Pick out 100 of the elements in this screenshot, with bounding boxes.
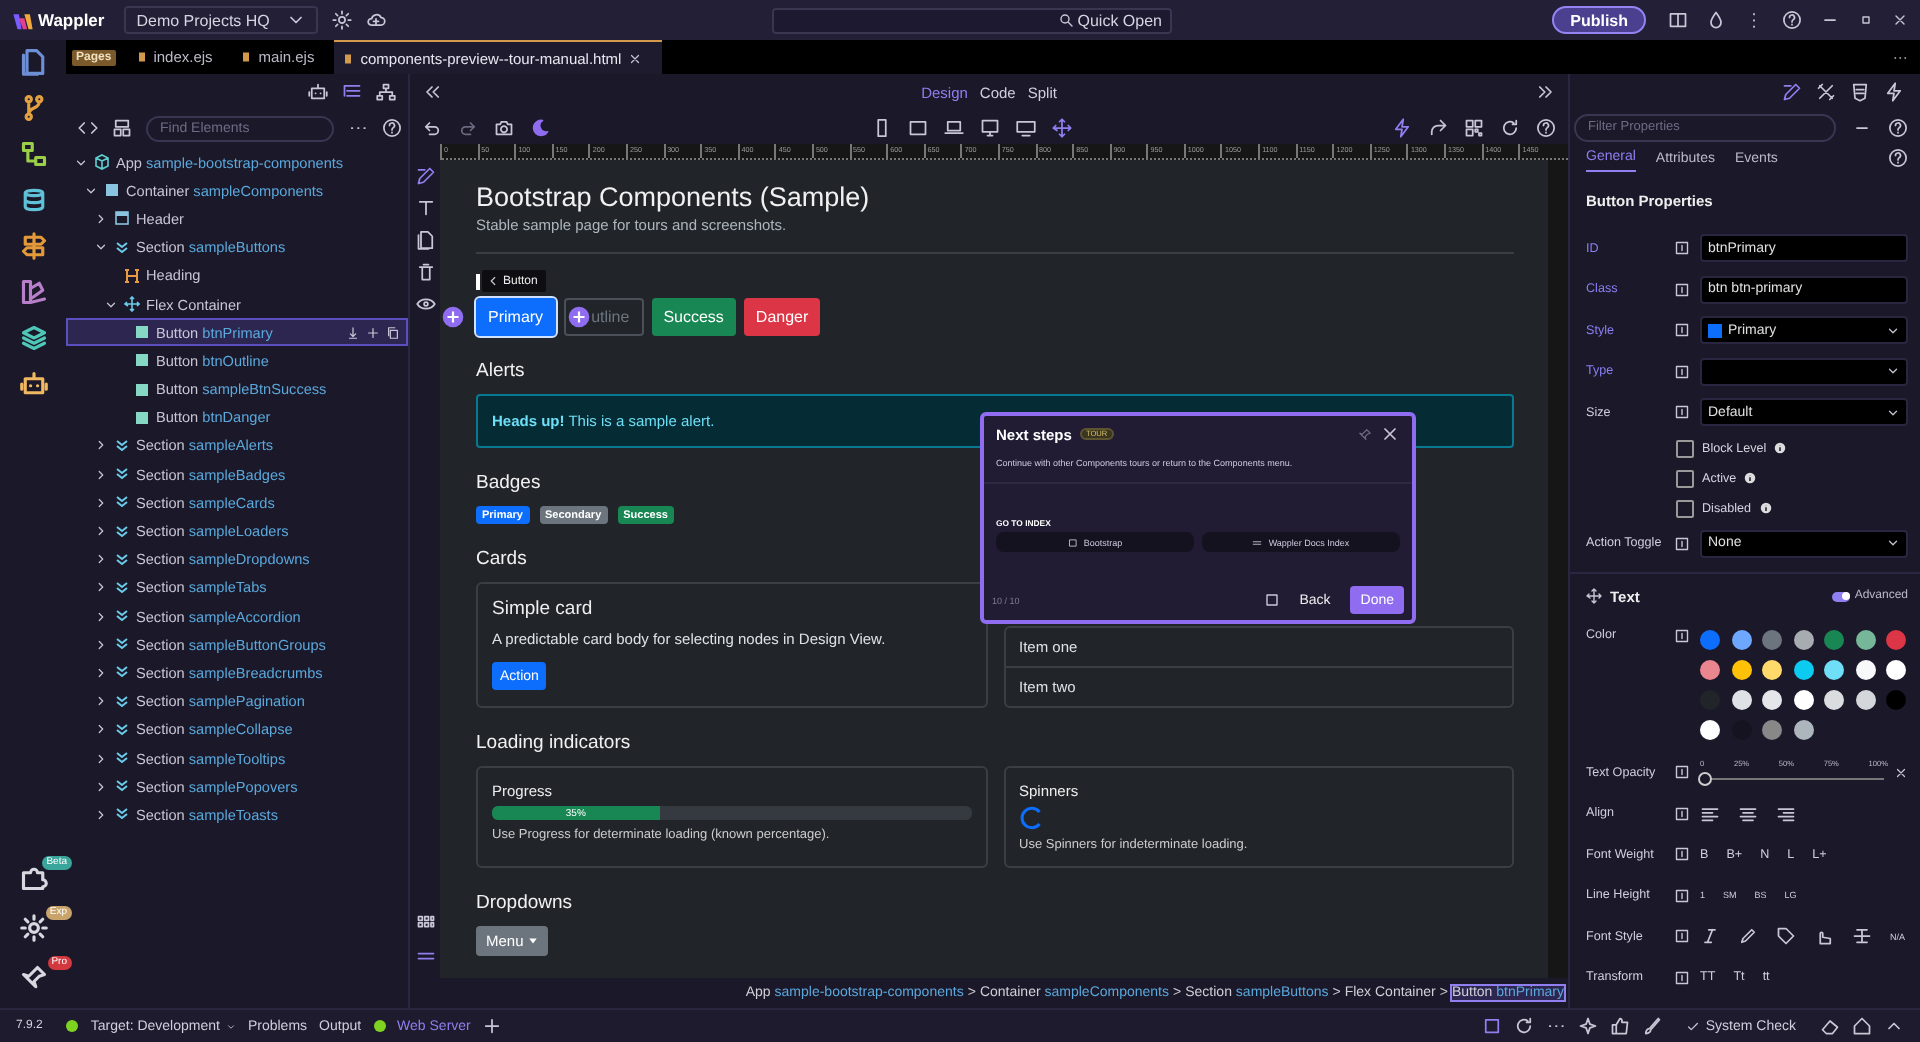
square-icon[interactable] — [1263, 592, 1280, 608]
color-swatch[interactable] — [1855, 660, 1875, 680]
chevron-right-icon[interactable] — [94, 665, 108, 680]
qr-code-icon[interactable] — [1464, 117, 1484, 137]
split-layout-icon[interactable] — [1668, 10, 1688, 30]
color-swatch[interactable] — [1731, 690, 1751, 710]
settings-icon[interactable] — [331, 10, 352, 30]
robot-icon[interactable] — [19, 370, 47, 398]
css-icon[interactable] — [1850, 82, 1870, 102]
tools-icon[interactable] — [1816, 82, 1836, 102]
palette-icon[interactable] — [19, 278, 47, 306]
chevron-right-icon[interactable] — [94, 580, 108, 595]
phone-icon[interactable] — [871, 117, 891, 137]
sparkle-icon[interactable] — [1577, 1016, 1598, 1036]
help-icon[interactable] — [1536, 117, 1556, 137]
chevron-right-icon[interactable] — [94, 552, 108, 567]
edit-icon[interactable] — [1782, 82, 1802, 102]
move-down-icon[interactable] — [346, 325, 360, 340]
color-swatch[interactable] — [1700, 630, 1720, 650]
hierarchy-icon[interactable] — [19, 140, 47, 168]
droplet-icon[interactable] — [1706, 10, 1726, 30]
color-swatch[interactable] — [1762, 660, 1782, 680]
color-swatch[interactable] — [1824, 690, 1844, 710]
color-swatch[interactable] — [1793, 690, 1813, 710]
edit-icon[interactable] — [415, 166, 435, 186]
chevron-right-icon[interactable] — [94, 807, 108, 822]
eye-icon[interactable] — [415, 294, 435, 314]
signpost-icon[interactable] — [19, 232, 47, 260]
color-swatch[interactable] — [1700, 660, 1720, 680]
maximize-icon[interactable] — [1858, 12, 1874, 28]
chevron-right-icon[interactable] — [94, 438, 108, 453]
close-icon[interactable] — [627, 51, 642, 65]
gear-icon[interactable] — [19, 914, 47, 942]
color-swatch[interactable] — [1762, 690, 1782, 710]
bind-icon[interactable] — [1674, 281, 1690, 298]
hand-icon[interactable] — [1814, 926, 1834, 947]
chevron-right-icon[interactable] — [94, 722, 108, 737]
branch-icon[interactable] — [19, 94, 47, 122]
bind-icon[interactable] — [1674, 887, 1690, 904]
refresh-icon[interactable] — [1500, 117, 1520, 137]
layers-icon[interactable] — [19, 324, 47, 352]
sitemap-icon[interactable] — [376, 82, 396, 102]
puzzle-icon[interactable] — [19, 864, 47, 892]
help-icon[interactable] — [1782, 10, 1802, 30]
bind-icon[interactable] — [1674, 805, 1690, 822]
chevron-right-icon[interactable] — [94, 694, 108, 709]
quick-open-field[interactable]: Quick Open — [772, 7, 1172, 33]
color-swatch[interactable] — [1886, 630, 1906, 650]
checkbox[interactable] — [1676, 469, 1694, 487]
bind-icon[interactable] — [1674, 240, 1690, 257]
undo-icon[interactable] — [422, 117, 442, 137]
chevron-down-icon[interactable] — [104, 297, 118, 312]
chevron-right-icon[interactable] — [94, 779, 108, 794]
clear-icon[interactable] — [1894, 765, 1908, 780]
robot-icon[interactable] — [308, 82, 328, 102]
pin-icon[interactable] — [1358, 427, 1372, 441]
close-icon[interactable] — [1380, 424, 1400, 444]
chevron-down-icon[interactable] — [84, 183, 98, 198]
italic-icon[interactable] — [1700, 926, 1720, 947]
color-swatch[interactable] — [1700, 720, 1720, 740]
file-icon[interactable] — [415, 230, 435, 250]
sample-button[interactable]: Danger — [743, 298, 821, 336]
tablet-icon[interactable] — [907, 117, 927, 137]
sample-button[interactable]: Primary — [476, 298, 556, 336]
chevron-right-icon[interactable] — [94, 751, 108, 766]
bind-icon[interactable] — [1674, 928, 1690, 945]
components-icon[interactable] — [112, 118, 132, 138]
scrollbar[interactable] — [1548, 160, 1568, 978]
laptop-icon[interactable] — [943, 117, 963, 137]
monitor-icon[interactable] — [1015, 117, 1035, 137]
bolt-icon[interactable] — [1392, 117, 1412, 137]
close-icon[interactable] — [1892, 12, 1908, 28]
collapse-left-icon[interactable] — [422, 82, 442, 102]
project-dropdown[interactable]: Demo Projects HQ — [124, 6, 318, 34]
expand-right-icon[interactable] — [1536, 82, 1557, 102]
publish-button[interactable]: Publish — [1552, 6, 1646, 34]
text-icon[interactable] — [415, 198, 435, 218]
color-swatch[interactable] — [1886, 690, 1906, 710]
home-icon[interactable] — [1852, 1016, 1872, 1036]
info-icon[interactable] — [1759, 502, 1772, 514]
bind-icon[interactable] — [1674, 404, 1690, 421]
square-icon[interactable] — [1481, 1016, 1502, 1036]
tag-icon[interactable] — [1776, 926, 1796, 947]
bind-icon[interactable] — [1674, 535, 1690, 552]
camera-icon[interactable] — [494, 117, 514, 137]
color-swatch[interactable] — [1793, 630, 1813, 650]
chevron-down-icon[interactable] — [94, 240, 108, 255]
checkbox[interactable] — [1676, 499, 1694, 517]
desktop-icon[interactable] — [979, 117, 999, 137]
chevron-right-icon[interactable] — [94, 495, 108, 510]
add-icon[interactable] — [442, 306, 464, 328]
refresh-icon[interactable] — [1513, 1016, 1534, 1036]
trash-icon[interactable] — [415, 262, 435, 282]
help-icon[interactable] — [1888, 148, 1908, 168]
share-icon[interactable] — [1428, 117, 1448, 137]
moon-icon[interactable] — [530, 117, 550, 137]
align-right-icon[interactable] — [1776, 803, 1796, 824]
add-icon[interactable] — [567, 306, 590, 328]
align-center-icon[interactable] — [1738, 803, 1758, 824]
copy-icon[interactable] — [386, 325, 400, 340]
